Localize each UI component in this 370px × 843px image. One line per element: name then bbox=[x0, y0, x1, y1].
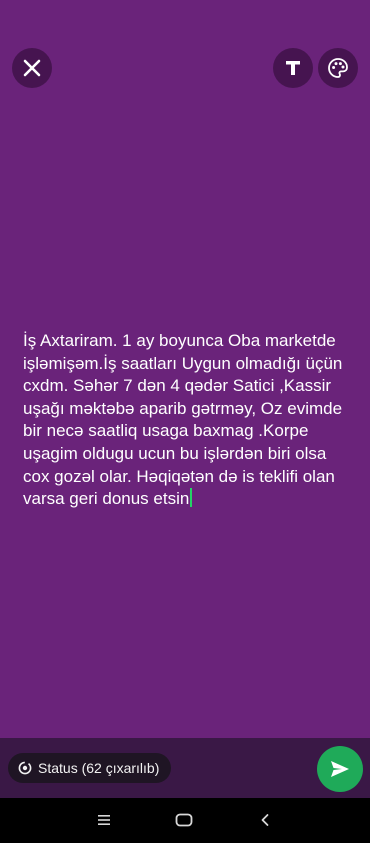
text-caret bbox=[190, 488, 193, 508]
status-audience-button[interactable]: Status (62 çıxarılıb) bbox=[8, 753, 172, 783]
send-button[interactable] bbox=[317, 746, 363, 792]
recents-button[interactable] bbox=[92, 810, 116, 830]
palette-icon bbox=[328, 58, 348, 78]
recents-icon bbox=[98, 815, 110, 825]
text-style-button[interactable] bbox=[273, 48, 313, 88]
color-palette-button[interactable] bbox=[318, 48, 358, 88]
back-button[interactable] bbox=[253, 810, 277, 830]
home-button[interactable] bbox=[172, 810, 196, 830]
status-text-content: İş Axtariram. 1 ay boyunca Oba marketde … bbox=[23, 331, 348, 509]
system-navigation-bar bbox=[0, 798, 370, 843]
back-icon bbox=[261, 814, 269, 826]
status-audience-label: Status (62 çıxarılıb) bbox=[38, 760, 160, 776]
status-icon bbox=[18, 761, 32, 775]
send-icon bbox=[331, 761, 349, 777]
status-text-input[interactable]: İş Axtariram. 1 ay boyunca Oba marketde … bbox=[23, 330, 343, 511]
text-icon bbox=[286, 61, 300, 75]
home-icon bbox=[175, 813, 193, 827]
close-icon bbox=[23, 59, 41, 77]
close-button[interactable] bbox=[12, 48, 52, 88]
status-composer-canvas[interactable]: İş Axtariram. 1 ay boyunca Oba marketde … bbox=[0, 0, 370, 738]
composer-bottom-bar: Status (62 çıxarılıb) bbox=[0, 738, 370, 798]
